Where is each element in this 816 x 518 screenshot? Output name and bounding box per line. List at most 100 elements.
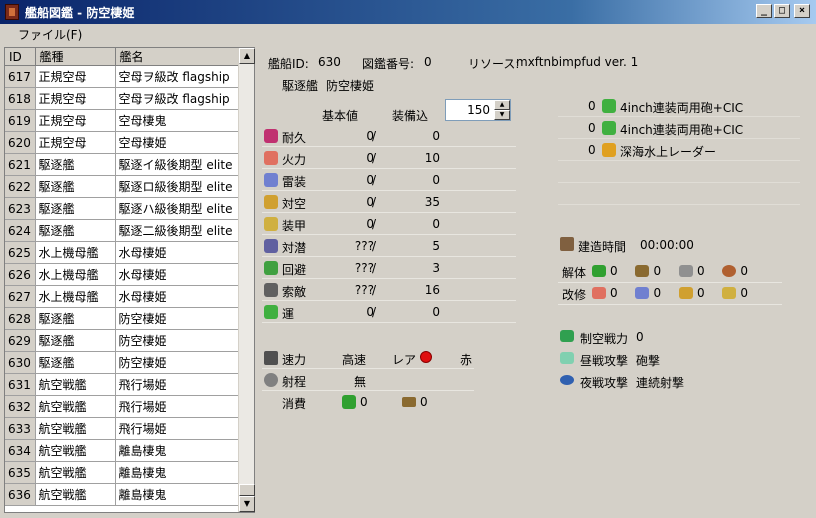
ship-list[interactable]: ID 艦種 艦名 617 正規空母 空母ヲ級改 flagship 618 正規空母 空母ヲ… [4, 47, 255, 513]
cell-type[interactable]: 駆逐艦 [35, 153, 116, 176]
equipment-slot[interactable]: 0 深海水上レーダー [558, 139, 800, 161]
table-row[interactable]: 626 水上機母艦 水母棲姫 [5, 263, 240, 286]
cell-id[interactable]: 625 [5, 241, 36, 264]
table-row[interactable]: 636 航空戦艦 離島棲鬼 [5, 483, 240, 506]
list-scrollbar[interactable]: ▲ ▼ [238, 48, 255, 512]
cell-type[interactable]: 水上機母艦 [35, 285, 116, 308]
equipment-slot[interactable]: 0 4inch連装両用砲+CIC [558, 117, 800, 139]
table-row[interactable]: 634 航空戦艦 離島棲鬼 [5, 439, 240, 462]
cell-name[interactable]: 離島棲鬼 [115, 483, 240, 506]
table-row[interactable]: 618 正規空母 空母ヲ級改 flagship [5, 87, 240, 110]
cell-id[interactable]: 633 [5, 417, 36, 440]
cell-id[interactable]: 623 [5, 197, 36, 220]
cell-name[interactable]: 離島棲鬼 [115, 461, 240, 484]
column-header-name[interactable]: 艦名 [115, 48, 240, 66]
cell-name[interactable]: 防空棲姫 [115, 329, 240, 352]
table-row[interactable]: 619 正規空母 空母棲鬼 [5, 109, 240, 132]
column-header-id[interactable]: ID [5, 48, 36, 66]
cell-type[interactable]: 正規空母 [35, 87, 116, 110]
cell-id[interactable]: 636 [5, 483, 36, 506]
cell-id[interactable]: 626 [5, 263, 36, 286]
cell-type[interactable]: 水上機母艦 [35, 263, 116, 286]
table-row[interactable]: 632 航空戦艦 飛行場姫 [5, 395, 240, 418]
cell-type[interactable]: 駆逐艦 [35, 197, 116, 220]
table-row[interactable]: 623 駆逐艦 駆逐ハ級後期型 elite [5, 197, 240, 220]
cell-type[interactable]: 駆逐艦 [35, 329, 116, 352]
cell-id[interactable]: 628 [5, 307, 36, 330]
level-value[interactable]: 150 [467, 103, 490, 117]
cell-id[interactable]: 629 [5, 329, 36, 352]
cell-id[interactable]: 635 [5, 461, 36, 484]
table-row[interactable]: 628 駆逐艦 防空棲姫 [5, 307, 240, 330]
cell-name[interactable]: 空母棲姫 [115, 131, 240, 154]
table-row[interactable]: 629 駆逐艦 防空棲姫 [5, 329, 240, 352]
cell-type[interactable]: 水上機母艦 [35, 241, 116, 264]
cell-type[interactable]: 航空戦艦 [35, 439, 116, 462]
equipment-slot[interactable]: 0 4inch連装両用砲+CIC [558, 95, 800, 117]
cell-id[interactable]: 618 [5, 87, 36, 110]
table-row[interactable]: 625 水上機母艦 水母棲姫 [5, 241, 240, 264]
cell-type[interactable]: 正規空母 [35, 131, 116, 154]
level-up-button[interactable]: ▲ [494, 100, 510, 110]
cell-type[interactable]: 駆逐艦 [35, 219, 116, 242]
cell-name[interactable]: 空母棲鬼 [115, 109, 240, 132]
cell-id[interactable]: 624 [5, 219, 36, 242]
maximize-button[interactable]: □ [774, 4, 790, 18]
cell-id[interactable]: 619 [5, 109, 36, 132]
cell-type[interactable]: 航空戦艦 [35, 417, 116, 440]
menu-file[interactable]: ファイル(F) [0, 26, 92, 43]
cell-name[interactable]: 防空棲姫 [115, 351, 240, 374]
cell-name[interactable]: 駆逐ロ級後期型 elite [115, 175, 240, 198]
table-row[interactable]: 624 駆逐艦 駆逐二級後期型 elite [5, 219, 240, 242]
level-down-button[interactable]: ▼ [494, 110, 510, 120]
close-button[interactable]: × [794, 4, 810, 18]
table-row[interactable]: 627 水上機母艦 水母棲姫 [5, 285, 240, 308]
scroll-up-button[interactable]: ▲ [239, 48, 255, 64]
cell-name[interactable]: 水母棲姫 [115, 285, 240, 308]
cell-name[interactable]: 飛行場姫 [115, 417, 240, 440]
cell-id[interactable]: 630 [5, 351, 36, 374]
table-row[interactable]: 622 駆逐艦 駆逐ロ級後期型 elite [5, 175, 240, 198]
cell-name[interactable]: 駆逐ハ級後期型 elite [115, 197, 240, 220]
cell-name[interactable]: 水母棲姫 [115, 263, 240, 286]
table-row[interactable]: 631 航空戦艦 飛行場姫 [5, 373, 240, 396]
equipment-slot-empty-5[interactable] [558, 183, 800, 205]
table-row[interactable]: 635 航空戦艦 離島棲鬼 [5, 461, 240, 484]
scroll-down-button[interactable]: ▼ [239, 496, 255, 512]
table-row[interactable]: 633 航空戦艦 飛行場姫 [5, 417, 240, 440]
cell-name[interactable]: 駆逐二級後期型 elite [115, 219, 240, 242]
cell-name[interactable]: 飛行場姫 [115, 395, 240, 418]
cell-id[interactable]: 622 [5, 175, 36, 198]
cell-id[interactable]: 631 [5, 373, 36, 396]
cell-id[interactable]: 634 [5, 439, 36, 462]
cell-id[interactable]: 621 [5, 153, 36, 176]
cell-id[interactable]: 632 [5, 395, 36, 418]
table-row[interactable]: 630 駆逐艦 防空棲姫 [5, 351, 240, 374]
table-row[interactable]: 621 駆逐艦 駆逐イ級後期型 elite [5, 153, 240, 176]
column-header-type[interactable]: 艦種 [35, 48, 116, 66]
cell-name[interactable]: 離島棲鬼 [115, 439, 240, 462]
cell-type[interactable]: 正規空母 [35, 65, 116, 88]
level-spinner[interactable]: 150 ▲ ▼ [445, 99, 511, 121]
equipment-slot-empty-4[interactable] [558, 161, 800, 183]
cell-name[interactable]: 防空棲姫 [115, 307, 240, 330]
cell-type[interactable]: 航空戦艦 [35, 373, 116, 396]
cell-name[interactable]: 飛行場姫 [115, 373, 240, 396]
scroll-thumb[interactable] [239, 484, 255, 496]
minimize-button[interactable]: _ [756, 4, 772, 18]
cell-name[interactable]: 空母ヲ級改 flagship [115, 87, 240, 110]
cell-id[interactable]: 617 [5, 65, 36, 88]
cell-type[interactable]: 航空戦艦 [35, 395, 116, 418]
cell-type[interactable]: 駆逐艦 [35, 351, 116, 374]
cell-type[interactable]: 正規空母 [35, 109, 116, 132]
cell-type[interactable]: 航空戦艦 [35, 461, 116, 484]
cell-type[interactable]: 航空戦艦 [35, 483, 116, 506]
table-row[interactable]: 617 正規空母 空母ヲ級改 flagship [5, 65, 240, 88]
cell-id[interactable]: 627 [5, 285, 36, 308]
cell-name[interactable]: 水母棲姫 [115, 241, 240, 264]
cell-name[interactable]: 駆逐イ級後期型 elite [115, 153, 240, 176]
cell-type[interactable]: 駆逐艦 [35, 175, 116, 198]
table-row[interactable]: 620 正規空母 空母棲姫 [5, 131, 240, 154]
cell-name[interactable]: 空母ヲ級改 flagship [115, 65, 240, 88]
cell-id[interactable]: 620 [5, 131, 36, 154]
